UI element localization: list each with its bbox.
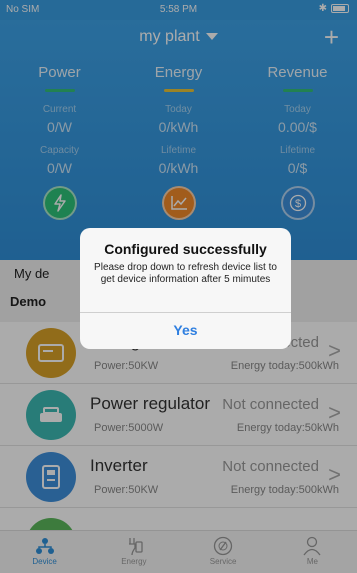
dialog-title: Configured successfully bbox=[104, 241, 267, 257]
dialog-message: Please drop down to refresh device list … bbox=[94, 262, 277, 285]
yes-button[interactable]: Yes bbox=[80, 312, 291, 349]
success-dialog: Configured successfully Please drop down… bbox=[80, 228, 291, 349]
